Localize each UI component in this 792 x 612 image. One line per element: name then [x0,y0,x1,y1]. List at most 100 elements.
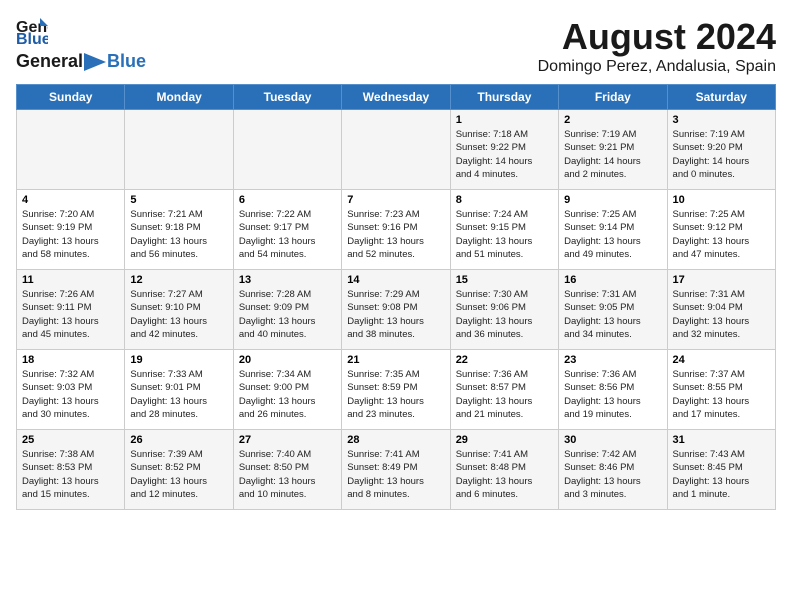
calendar-cell: 17 Sunrise: 7:31 AMSunset: 9:04 PMDayligh… [667,270,775,350]
calendar-cell: 4 Sunrise: 7:20 AMSunset: 9:19 PMDaylight… [17,190,125,270]
svg-text:Blue: Blue [16,31,48,44]
weekday-header: Saturday [667,85,775,110]
calendar-cell [342,110,450,190]
calendar-week-row: 11 Sunrise: 7:26 AMSunset: 9:11 PMDayligh… [17,270,776,350]
calendar-cell: 16Sunrise: 7:31 AMSunset: 9:05 PMDayligh… [559,270,667,350]
logo-general-text: General [16,51,83,72]
calendar-cell: 13 Sunrise: 7:28 AMSunset: 9:09 PMDayligh… [233,270,341,350]
weekday-header-row: SundayMondayTuesdayWednesdayThursdayFrid… [17,85,776,110]
calendar-cell: 31 Sunrise: 7:43 AMSunset: 8:45 PMDayligh… [667,430,775,510]
calendar-cell: 30Sunrise: 7:42 AMSunset: 8:46 PMDayligh… [559,430,667,510]
day-info: Sunrise: 7:25 AMSunset: 9:14 PMDaylight:… [564,208,661,261]
calendar-cell: 23 Sunrise: 7:36 AMSunset: 8:56 PMDayligh… [559,350,667,430]
day-info: Sunrise: 7:21 AMSunset: 9:18 PMDaylight:… [130,208,227,261]
calendar-cell: 22 Sunrise: 7:36 AMSunset: 8:57 PMDayligh… [450,350,558,430]
day-info: Sunrise: 7:43 AMSunset: 8:45 PMDaylight:… [673,448,770,501]
calendar-week-row: 4 Sunrise: 7:20 AMSunset: 9:19 PMDaylight… [17,190,776,270]
calendar-cell: 11 Sunrise: 7:26 AMSunset: 9:11 PMDayligh… [17,270,125,350]
calendar-cell: 25Sunrise: 7:38 AMSunset: 8:53 PMDayligh… [17,430,125,510]
calendar-cell: 5Sunrise: 7:21 AMSunset: 9:18 PMDaylight… [125,190,233,270]
day-number: 11 [22,274,119,286]
day-number: 4 [22,194,119,206]
weekday-header: Monday [125,85,233,110]
day-info: Sunrise: 7:29 AMSunset: 9:08 PMDaylight:… [347,288,444,341]
day-info: Sunrise: 7:28 AMSunset: 9:09 PMDaylight:… [239,288,336,341]
day-info: Sunrise: 7:30 AMSunset: 9:06 PMDaylight:… [456,288,553,341]
day-info: Sunrise: 7:40 AMSunset: 8:50 PMDaylight:… [239,448,336,501]
calendar-cell: 26 Sunrise: 7:39 AMSunset: 8:52 PMDayligh… [125,430,233,510]
day-number: 31 [673,434,770,446]
logo-arrow-icon [84,53,106,71]
title-section: August 2024 Domingo Perez, Andalusia, Sp… [538,16,776,76]
day-number: 7 [347,194,444,206]
calendar-table: SundayMondayTuesdayWednesdayThursdayFrid… [16,84,776,510]
day-info: Sunrise: 7:20 AMSunset: 9:19 PMDaylight:… [22,208,119,261]
day-number: 2 [564,114,661,126]
calendar-cell: 1 Sunrise: 7:18 AMSunset: 9:22 PMDaylight… [450,110,558,190]
weekday-header: Thursday [450,85,558,110]
calendar-cell: 20 Sunrise: 7:34 AMSunset: 9:00 PMDayligh… [233,350,341,430]
weekday-header: Tuesday [233,85,341,110]
day-number: 23 [564,354,661,366]
calendar-cell: 2 Sunrise: 7:19 AMSunset: 9:21 PMDaylight… [559,110,667,190]
calendar-cell: 29Sunrise: 7:41 AMSunset: 8:48 PMDayligh… [450,430,558,510]
day-info: Sunrise: 7:22 AMSunset: 9:17 PMDaylight:… [239,208,336,261]
day-info: Sunrise: 7:26 AMSunset: 9:11 PMDaylight:… [22,288,119,341]
day-info: Sunrise: 7:34 AMSunset: 9:00 PMDaylight:… [239,368,336,421]
calendar-cell [233,110,341,190]
day-info: Sunrise: 7:27 AMSunset: 9:10 PMDaylight:… [130,288,227,341]
calendar-cell: 28 Sunrise: 7:41 AMSunset: 8:49 PMDayligh… [342,430,450,510]
day-number: 26 [130,434,227,446]
day-info: Sunrise: 7:36 AMSunset: 8:57 PMDaylight:… [456,368,553,421]
day-info: Sunrise: 7:41 AMSunset: 8:48 PMDaylight:… [456,448,553,501]
day-number: 3 [673,114,770,126]
day-info: Sunrise: 7:24 AMSunset: 9:15 PMDaylight:… [456,208,553,261]
calendar-cell: 18Sunrise: 7:32 AMSunset: 9:03 PMDayligh… [17,350,125,430]
day-number: 8 [456,194,553,206]
day-info: Sunrise: 7:31 AMSunset: 9:04 PMDaylight:… [673,288,770,341]
day-number: 14 [347,274,444,286]
calendar-week-row: 18Sunrise: 7:32 AMSunset: 9:03 PMDayligh… [17,350,776,430]
calendar-cell: 7Sunrise: 7:23 AMSunset: 9:16 PMDaylight… [342,190,450,270]
day-number: 17 [673,274,770,286]
calendar-cell: 6 Sunrise: 7:22 AMSunset: 9:17 PMDaylight… [233,190,341,270]
day-number: 27 [239,434,336,446]
calendar-cell: 9 Sunrise: 7:25 AMSunset: 9:14 PMDaylight… [559,190,667,270]
day-info: Sunrise: 7:35 AMSunset: 8:59 PMDaylight:… [347,368,444,421]
day-number: 18 [22,354,119,366]
day-number: 9 [564,194,661,206]
day-info: Sunrise: 7:18 AMSunset: 9:22 PMDaylight:… [456,128,553,181]
day-number: 6 [239,194,336,206]
day-info: Sunrise: 7:36 AMSunset: 8:56 PMDaylight:… [564,368,661,421]
calendar-week-row: 1 Sunrise: 7:18 AMSunset: 9:22 PMDaylight… [17,110,776,190]
logo-icon: General Blue [16,16,48,44]
day-number: 15 [456,274,553,286]
weekday-header: Wednesday [342,85,450,110]
calendar-cell: 10Sunrise: 7:25 AMSunset: 9:12 PMDayligh… [667,190,775,270]
day-number: 28 [347,434,444,446]
calendar-cell [125,110,233,190]
weekday-header: Friday [559,85,667,110]
calendar-cell: 12Sunrise: 7:27 AMSunset: 9:10 PMDayligh… [125,270,233,350]
calendar-cell: 15 Sunrise: 7:30 AMSunset: 9:06 PMDayligh… [450,270,558,350]
calendar-cell [17,110,125,190]
logo: General Blue General Blue [16,16,146,72]
day-info: Sunrise: 7:39 AMSunset: 8:52 PMDaylight:… [130,448,227,501]
page-header: General Blue General Blue August 2024 Do… [16,16,776,76]
day-number: 24 [673,354,770,366]
day-info: Sunrise: 7:37 AMSunset: 8:55 PMDaylight:… [673,368,770,421]
day-number: 20 [239,354,336,366]
day-info: Sunrise: 7:41 AMSunset: 8:49 PMDaylight:… [347,448,444,501]
day-number: 13 [239,274,336,286]
logo-blue-text: Blue [107,51,146,72]
day-info: Sunrise: 7:19 AMSunset: 9:21 PMDaylight:… [564,128,661,181]
month-year-title: August 2024 [538,16,776,58]
calendar-cell: 27 Sunrise: 7:40 AMSunset: 8:50 PMDayligh… [233,430,341,510]
day-number: 16 [564,274,661,286]
day-info: Sunrise: 7:33 AMSunset: 9:01 PMDaylight:… [130,368,227,421]
day-number: 22 [456,354,553,366]
day-number: 19 [130,354,227,366]
day-info: Sunrise: 7:42 AMSunset: 8:46 PMDaylight:… [564,448,661,501]
calendar-cell: 21Sunrise: 7:35 AMSunset: 8:59 PMDayligh… [342,350,450,430]
day-number: 1 [456,114,553,126]
